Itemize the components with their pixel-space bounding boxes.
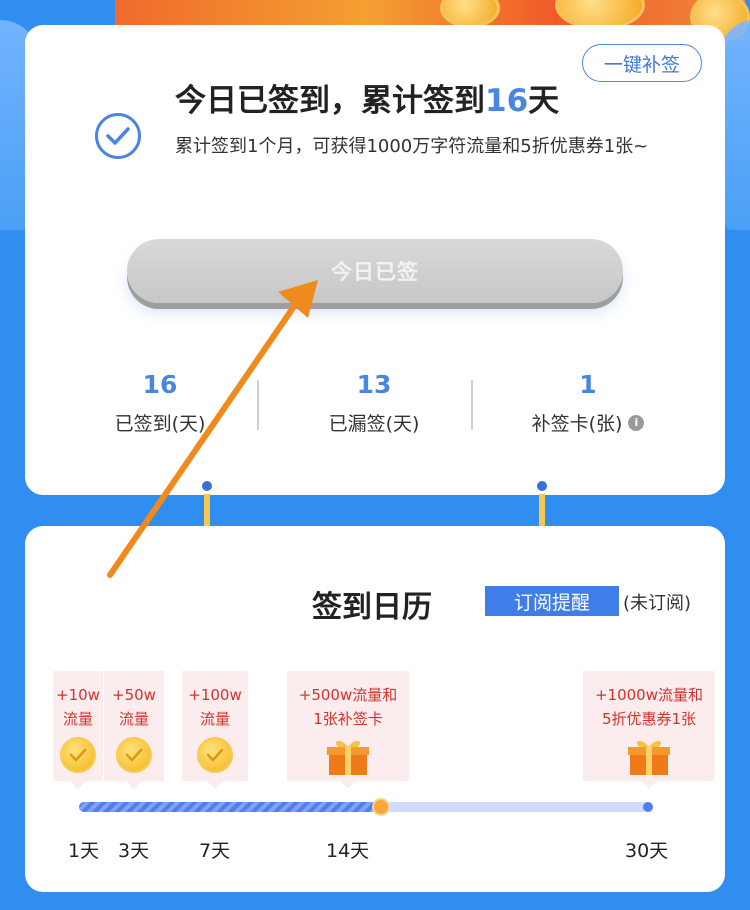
day-label: 14天: [326, 840, 370, 862]
gift-icon: [324, 737, 372, 777]
stat-label: 已漏签(天): [328, 413, 420, 435]
reward-day-30: +1000w流量和5折优惠券1张: [583, 671, 715, 789]
stat-makeup-cards: 1 补签卡(张) i: [488, 370, 688, 436]
day-label: 1天: [68, 840, 100, 862]
headline-suffix: 天: [528, 83, 560, 119]
stat-divider: [471, 380, 473, 430]
stat-value: 13: [356, 370, 392, 399]
stat-label: 补签卡(张): [531, 413, 623, 435]
signed-today-button[interactable]: 今日已签: [127, 239, 623, 303]
stat-value: 16: [142, 370, 178, 399]
checkin-headline: 今日已签到，累计签到16天: [175, 75, 559, 120]
checkin-status-card: 一键补签 今日已签到，累计签到16天 累计签到1个月，可获得1000万字符流量和…: [25, 25, 725, 495]
reward-description: 累计签到1个月，可获得1000万字符流量和5折优惠券1张~: [175, 136, 649, 157]
day-label: 3天: [118, 840, 150, 862]
makeup-all-button[interactable]: 一键补签: [582, 44, 702, 82]
headline-days: 16: [485, 83, 529, 119]
stat-signed-days: 16 已签到(天): [60, 370, 260, 436]
stat-missed-days: 13 已漏签(天): [274, 370, 474, 436]
gold-check-icon: [60, 737, 96, 773]
reward-text: +1000w流量和5折优惠券1张: [594, 686, 703, 728]
reward-day-1: +10w流量: [53, 671, 103, 789]
reward-day-7: +100w流量: [182, 671, 248, 789]
stat-divider: [257, 380, 259, 430]
reward-text: +500w流量和1张补签卡: [298, 686, 398, 728]
headline-prefix: 今日已签到，累计签到: [175, 83, 485, 119]
gift-icon: [625, 737, 673, 777]
reward-text: +10w流量: [56, 686, 100, 728]
reward-text: +50w流量: [112, 686, 156, 728]
progress-end-dot: [643, 802, 653, 812]
progress-thumb: [372, 798, 391, 816]
calendar-title: 签到日历: [312, 590, 432, 625]
reward-day-14: +500w流量和1张补签卡: [287, 671, 409, 789]
day-label: 7天: [199, 840, 231, 862]
progress-track: [79, 798, 653, 816]
progress-fill: [79, 802, 382, 812]
subscribe-status: (未订阅): [623, 593, 692, 614]
stat-value: 1: [579, 370, 597, 399]
stat-label: 已签到(天): [114, 413, 206, 435]
gold-check-icon: [197, 737, 233, 773]
gold-check-icon: [116, 737, 152, 773]
subscribe-reminder-button[interactable]: 订阅提醒: [485, 586, 619, 616]
check-circle-icon: [95, 113, 141, 159]
reward-text: +100w流量: [188, 686, 242, 728]
info-icon[interactable]: i: [628, 414, 645, 431]
checkin-calendar-card: 签到日历 订阅提醒 (未订阅) +10w流量 +50w流量 +100w流量 +5…: [25, 526, 725, 892]
day-label: 30天: [625, 840, 669, 862]
reward-day-3: +50w流量: [104, 671, 164, 789]
